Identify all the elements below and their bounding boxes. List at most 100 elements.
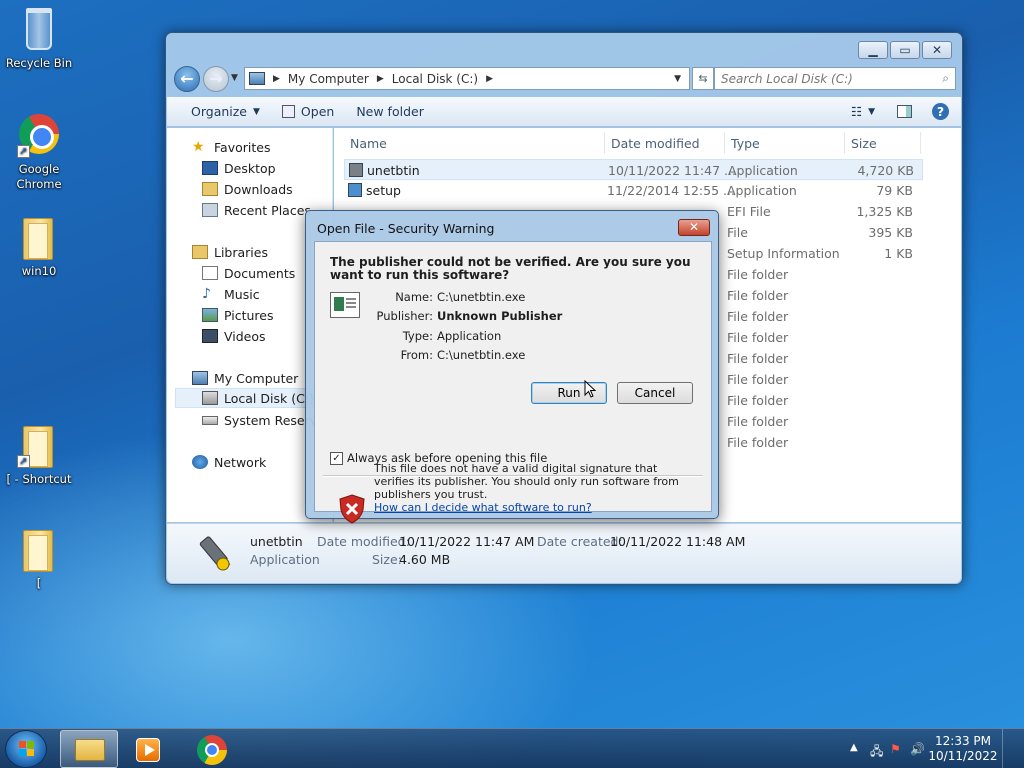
taskbar-media-player[interactable] [120,730,178,768]
checkbox-checked-icon: ✓ [330,451,343,465]
nav-videos[interactable]: Videos [202,326,266,346]
file-type: File folder [727,267,789,282]
file-name: setup [366,183,401,198]
chrome-icon: ➚ [15,112,63,160]
recent-pages-chevron-icon[interactable]: ▼ [231,73,238,83]
security-warning-dialog: Open File - Security Warning ✕ The publi… [305,210,719,524]
breadcrumb-local-disk[interactable]: Local Disk (C:) [392,72,478,86]
dialog-close-button[interactable]: ✕ [678,219,710,236]
command-bar: Organize ▼ Open New folder ☷ ▼ ? [167,97,961,127]
taskbar: ▲ 🖧 ⚑ 🔊 12:33 PM 10/11/2022 [0,728,1024,768]
view-options-icon[interactable]: ☷ [851,104,862,119]
music-icon: ♪ [202,286,211,302]
file-type: File folder [727,309,789,324]
chrome-icon [197,735,227,765]
clock-date: 10/11/2022 [928,749,998,763]
address-row: ← → ▼ ▶ My Computer ▶ Local Disk (C:) ▶ … [174,65,956,93]
details-pane: unetbtin Application Date modified: 10/1… [167,523,961,583]
file-row[interactable]: unetbtin 10/11/2022 11:47 ... Application 4… [344,159,923,180]
address-bar[interactable]: ▶ My Computer ▶ Local Disk (C:) ▶ ▼ [244,67,690,90]
nav-label: Videos [224,328,266,344]
address-dropdown-icon[interactable]: ▼ [674,74,681,84]
action-center-flag-icon[interactable]: ⚑ [890,742,901,756]
help-icon[interactable]: ? [932,103,949,120]
nav-music[interactable]: ♪ Music [202,284,260,304]
file-size: 79 KB [876,183,913,198]
nav-label: Desktop [224,160,276,176]
dialog-warning-block: This file does not have a valid digital … [374,462,694,514]
file-type: Application [728,163,798,178]
desktop-icon-recycle-bin[interactable]: Recycle Bin [0,6,79,71]
organize-label: Organize [191,104,247,119]
search-input[interactable]: Search Local Disk (C:) ⌕ [714,67,956,90]
taskbar-chrome[interactable] [183,730,241,768]
nav-recent-places[interactable]: Recent Places [202,200,311,220]
documents-icon [202,266,218,280]
desktop-icon-folder[interactable]: [ [0,526,79,591]
computer-icon [249,72,265,85]
file-size: 4,720 KB [857,163,914,178]
chevron-down-icon: ▼ [253,106,260,117]
back-button[interactable]: ← [174,66,200,92]
nav-libraries[interactable]: Libraries [192,242,268,262]
nav-my-computer[interactable]: My Computer [192,368,298,388]
details-file-name: unetbtin [250,534,303,549]
show-hidden-icons-icon[interactable]: ▲ [850,742,858,753]
clock[interactable]: 12:33 PM 10/11/2022 [928,734,998,764]
file-type: File folder [727,393,789,408]
preview-pane-icon[interactable] [897,105,912,118]
file-date: 10/11/2022 11:47 ... [608,163,736,178]
system-tray: ▲ 🖧 ⚑ 🔊 12:33 PM 10/11/2022 [836,729,1016,768]
details-file-type: Application [250,552,320,567]
nav-label: Recent Places [224,202,311,218]
chevron-down-icon[interactable]: ▼ [868,107,875,117]
minimize-button[interactable]: ▁ [858,41,888,59]
folder-icon [15,526,63,574]
nav-downloads[interactable]: Downloads [202,179,293,199]
start-button[interactable] [5,730,47,768]
new-folder-button[interactable]: New folder [356,104,424,119]
open-button[interactable]: Open [281,104,334,119]
breadcrumb-my-computer[interactable]: My Computer [288,72,369,86]
desktop-icon-win10[interactable]: win10 [0,214,79,279]
desktop-icon-google-chrome[interactable]: ➚ Google Chrome [0,112,79,192]
folder-shortcut-icon: ➚ [15,422,63,470]
column-header-size[interactable]: Size [851,136,877,151]
nav-pictures[interactable]: Pictures [202,305,274,325]
column-header-name[interactable]: Name [350,136,387,151]
forward-button[interactable]: → [203,66,229,92]
nav-favorites[interactable]: ★ Favorites [192,137,270,157]
refresh-button[interactable]: ⇆ [692,67,714,90]
drive-icon [202,415,218,425]
column-header-type[interactable]: Type [731,136,760,151]
close-button[interactable]: ✕ [922,41,952,59]
nav-network[interactable]: Network [192,452,266,472]
media-player-icon [136,738,160,762]
breadcrumb-chevron-icon: ▶ [486,73,493,84]
desktop-icon-label: [ - Shortcut [6,472,72,486]
dialog-name-label: Name: [395,290,433,304]
show-desktop-button[interactable] [1002,729,1016,768]
nav-label: Music [224,286,260,302]
volume-icon[interactable]: 🔊 [910,742,925,756]
column-header-date[interactable]: Date modified [611,136,700,151]
search-placeholder: Search Local Disk (C:) [721,72,853,86]
taskbar-explorer[interactable] [60,730,118,768]
folder-icon [15,214,63,262]
help-link[interactable]: How can I decide what software to run? [374,501,694,514]
dialog-publisher-label: Publisher: [376,309,433,323]
desktop-icon-shortcut[interactable]: ➚ [ - Shortcut [0,422,79,487]
nav-label: Pictures [224,307,274,323]
network-icon[interactable]: 🖧 [870,742,883,763]
computer-icon [192,371,208,385]
file-type: EFI File [727,204,771,219]
cancel-button[interactable]: Cancel [617,382,693,404]
file-row[interactable]: setup 11/22/2014 12:55 ... Application 79 K… [344,180,923,201]
new-folder-label: New folder [356,104,424,119]
nav-desktop[interactable]: Desktop [202,158,276,178]
recent-places-icon [202,203,218,217]
file-name: unetbtin [367,163,420,178]
organize-button[interactable]: Organize ▼ [191,104,260,119]
nav-documents[interactable]: Documents [202,263,295,283]
maximize-button[interactable]: ▭ [890,41,920,59]
